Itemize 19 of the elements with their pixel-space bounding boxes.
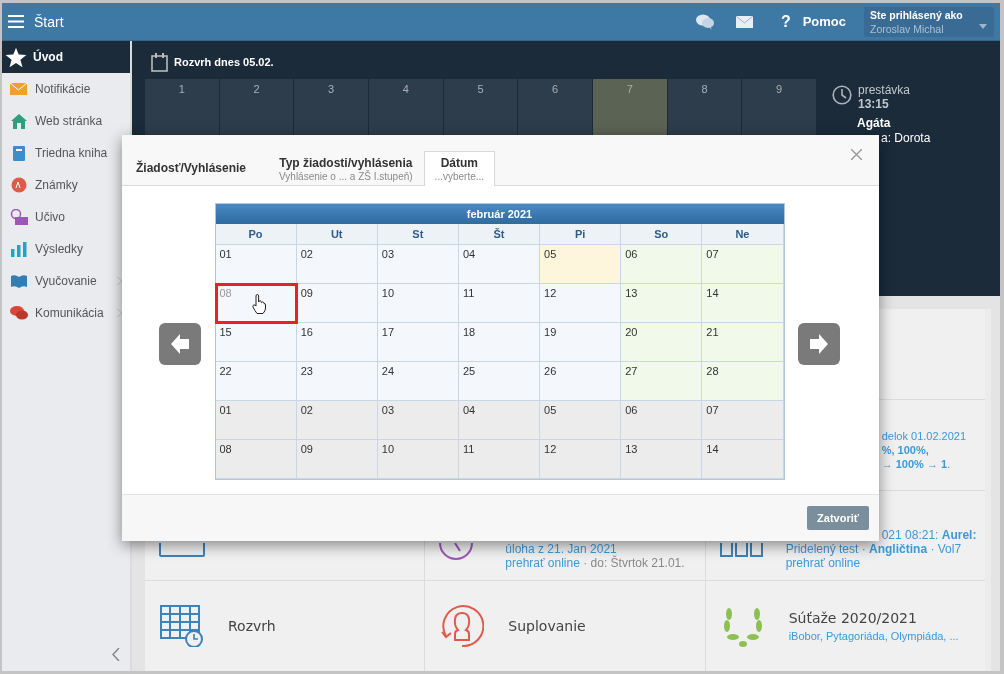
tile-text: úloha z 21. Jan 2021 — [505, 542, 617, 557]
weekday-header: So — [621, 223, 703, 245]
weekday-header: Po — [215, 223, 297, 245]
page-title: Štart — [34, 13, 64, 30]
tile-text: %, 100%, — [881, 442, 930, 457]
due-date-text: · do: Štvrtok 21.01. — [582, 556, 685, 571]
break-label: prestávka — [858, 83, 911, 97]
teacher-line: a: Dorota — [881, 131, 931, 145]
weekday-header: Pi — [540, 223, 622, 245]
teacher-name: Agáta — [857, 116, 892, 130]
tile-text: 021 08:21: Aurel: — [880, 528, 977, 543]
schedule-title: Rozvrh dnes 05.02. — [174, 56, 274, 68]
break-time: 13:15 — [858, 97, 890, 111]
tile-text: iBobor, Pytagoriáda, Olympiáda, ... — [788, 628, 959, 643]
calendar-month: február 2021 — [215, 203, 784, 224]
tile-text: → 100% → 1. — [881, 456, 952, 471]
tile-text: Pridelený test · Angličtina · Vol7 — [785, 542, 963, 557]
weekday-header: Ne — [702, 223, 784, 245]
tile-text: delok 01.02.2021 — [881, 428, 967, 443]
